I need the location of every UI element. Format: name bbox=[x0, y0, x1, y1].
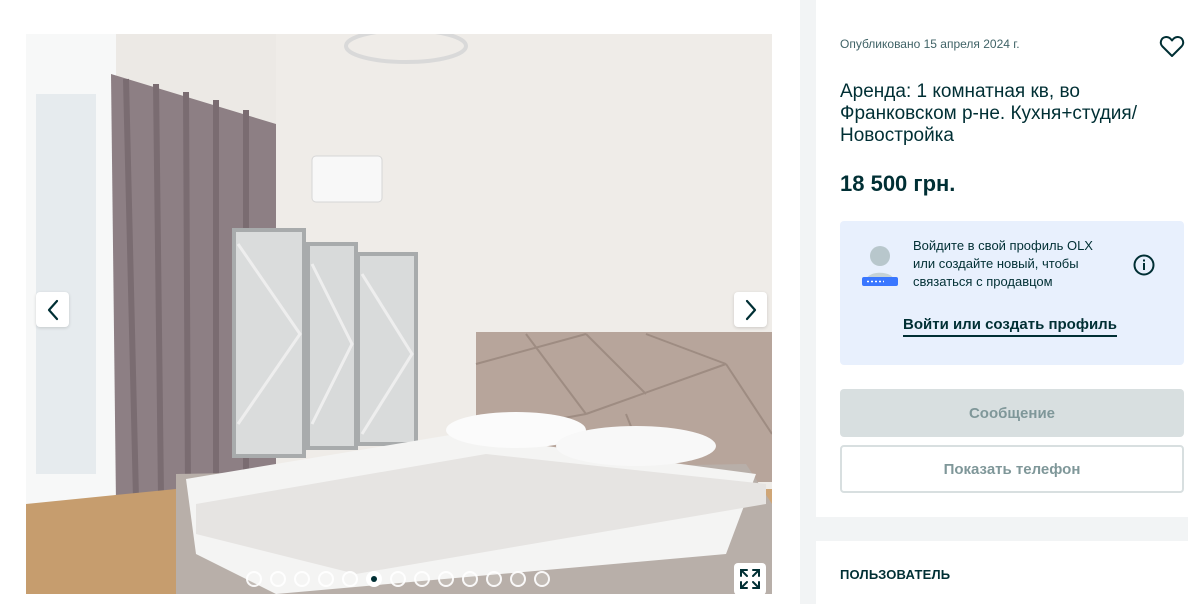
expand-icon bbox=[740, 569, 760, 589]
login-prompt: Войдите в свой профиль OLX или создайте … bbox=[840, 221, 1184, 365]
gallery-dot[interactable] bbox=[270, 571, 286, 587]
gallery-card bbox=[0, 0, 800, 604]
bedroom-photo-image bbox=[26, 34, 772, 594]
gallery-dot[interactable] bbox=[294, 571, 310, 587]
gallery-dot[interactable] bbox=[318, 571, 334, 587]
ad-title: Аренда: 1 комнатная кв, во Франковском р… bbox=[840, 81, 1137, 146]
ad-info-card: Опубликовано 15 апреля 2024 г. Аренда: 1… bbox=[816, 0, 1188, 517]
login-prompt-text: Войдите в свой профиль OLX или создайте … bbox=[913, 238, 1093, 289]
show-phone-button[interactable]: Показать телефон bbox=[840, 445, 1184, 493]
user-section-heading: ПОЛЬЗОВАТЕЛЬ bbox=[840, 567, 951, 582]
gallery-dot[interactable] bbox=[366, 571, 382, 587]
message-button[interactable]: Сообщение bbox=[840, 389, 1184, 437]
gallery-dot[interactable] bbox=[414, 571, 430, 587]
chevron-right-icon bbox=[745, 299, 756, 320]
gallery-dot[interactable] bbox=[438, 571, 454, 587]
gallery-dot[interactable] bbox=[534, 571, 550, 587]
gallery-dot[interactable] bbox=[510, 571, 526, 587]
gallery-next-button[interactable] bbox=[734, 292, 767, 327]
gallery-dots bbox=[246, 571, 550, 587]
heart-icon bbox=[1159, 35, 1185, 57]
user-card: ПОЛЬЗОВАТЕЛЬ bbox=[816, 541, 1188, 604]
gallery-dot[interactable] bbox=[246, 571, 262, 587]
gallery-prev-button[interactable] bbox=[36, 292, 69, 327]
user-illustration-icon bbox=[862, 246, 898, 286]
info-icon[interactable] bbox=[1132, 253, 1156, 277]
published-date: Опубликовано 15 апреля 2024 г. bbox=[840, 37, 1020, 51]
gallery-expand-button[interactable] bbox=[734, 563, 766, 595]
gallery-dot[interactable] bbox=[462, 571, 478, 587]
listing-photo[interactable] bbox=[26, 34, 772, 594]
gallery-dot[interactable] bbox=[342, 571, 358, 587]
favorite-button[interactable] bbox=[1158, 32, 1186, 60]
ad-price: 18 500 грн. bbox=[840, 171, 956, 196]
gallery-dot[interactable] bbox=[390, 571, 406, 587]
gallery-dot[interactable] bbox=[486, 571, 502, 587]
login-or-register-link[interactable]: Войти или создать профиль bbox=[903, 316, 1117, 337]
chevron-left-icon bbox=[47, 299, 58, 320]
